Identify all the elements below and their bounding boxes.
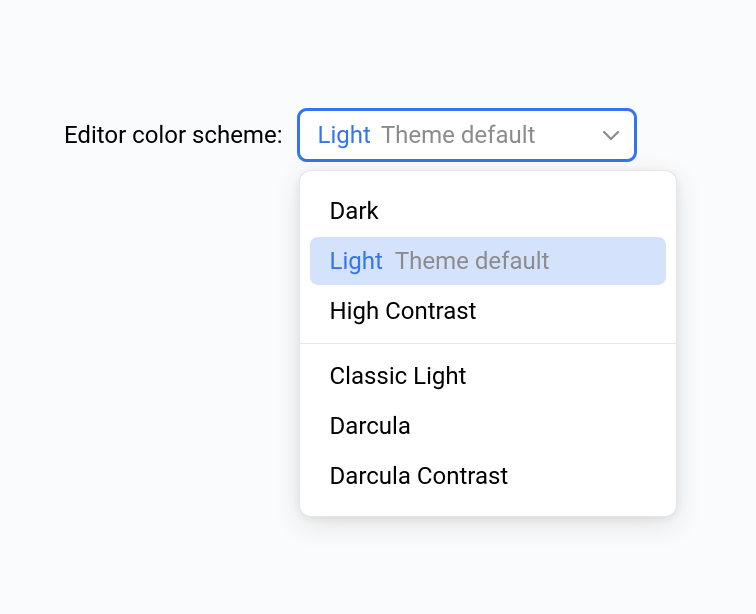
selected-scheme-name: Light [318,121,371,149]
menu-item-label: Classic Light [330,361,467,391]
selected-scheme-hint: Theme default [381,121,536,149]
menu-item-dark[interactable]: Dark [310,187,666,235]
color-scheme-dropdown-button[interactable]: Light Theme default [297,108,637,162]
menu-item-darcula[interactable]: Darcula [310,402,666,450]
color-scheme-dropdown: Light Theme default Dark Light Theme def… [297,108,637,162]
menu-divider [300,343,676,344]
menu-item-hint: Theme default [395,246,550,276]
chevron-down-icon [602,129,620,141]
menu-item-darcula-contrast[interactable]: Darcula Contrast [310,452,666,500]
menu-item-label: High Contrast [330,296,477,326]
color-scheme-setting-row: Editor color scheme: Light Theme default… [64,108,637,162]
dropdown-selected-value: Light Theme default [318,121,536,149]
menu-item-high-contrast[interactable]: High Contrast [310,287,666,335]
menu-item-label: Darcula [330,411,411,441]
menu-item-label: Darcula Contrast [330,461,509,491]
menu-item-classic-light[interactable]: Classic Light [310,352,666,400]
color-scheme-dropdown-menu: Dark Light Theme default High Contrast C… [299,170,677,517]
menu-item-light[interactable]: Light Theme default [310,237,666,285]
menu-item-label: Light [330,246,383,276]
menu-item-label: Dark [330,196,379,226]
setting-label: Editor color scheme: [64,121,283,149]
